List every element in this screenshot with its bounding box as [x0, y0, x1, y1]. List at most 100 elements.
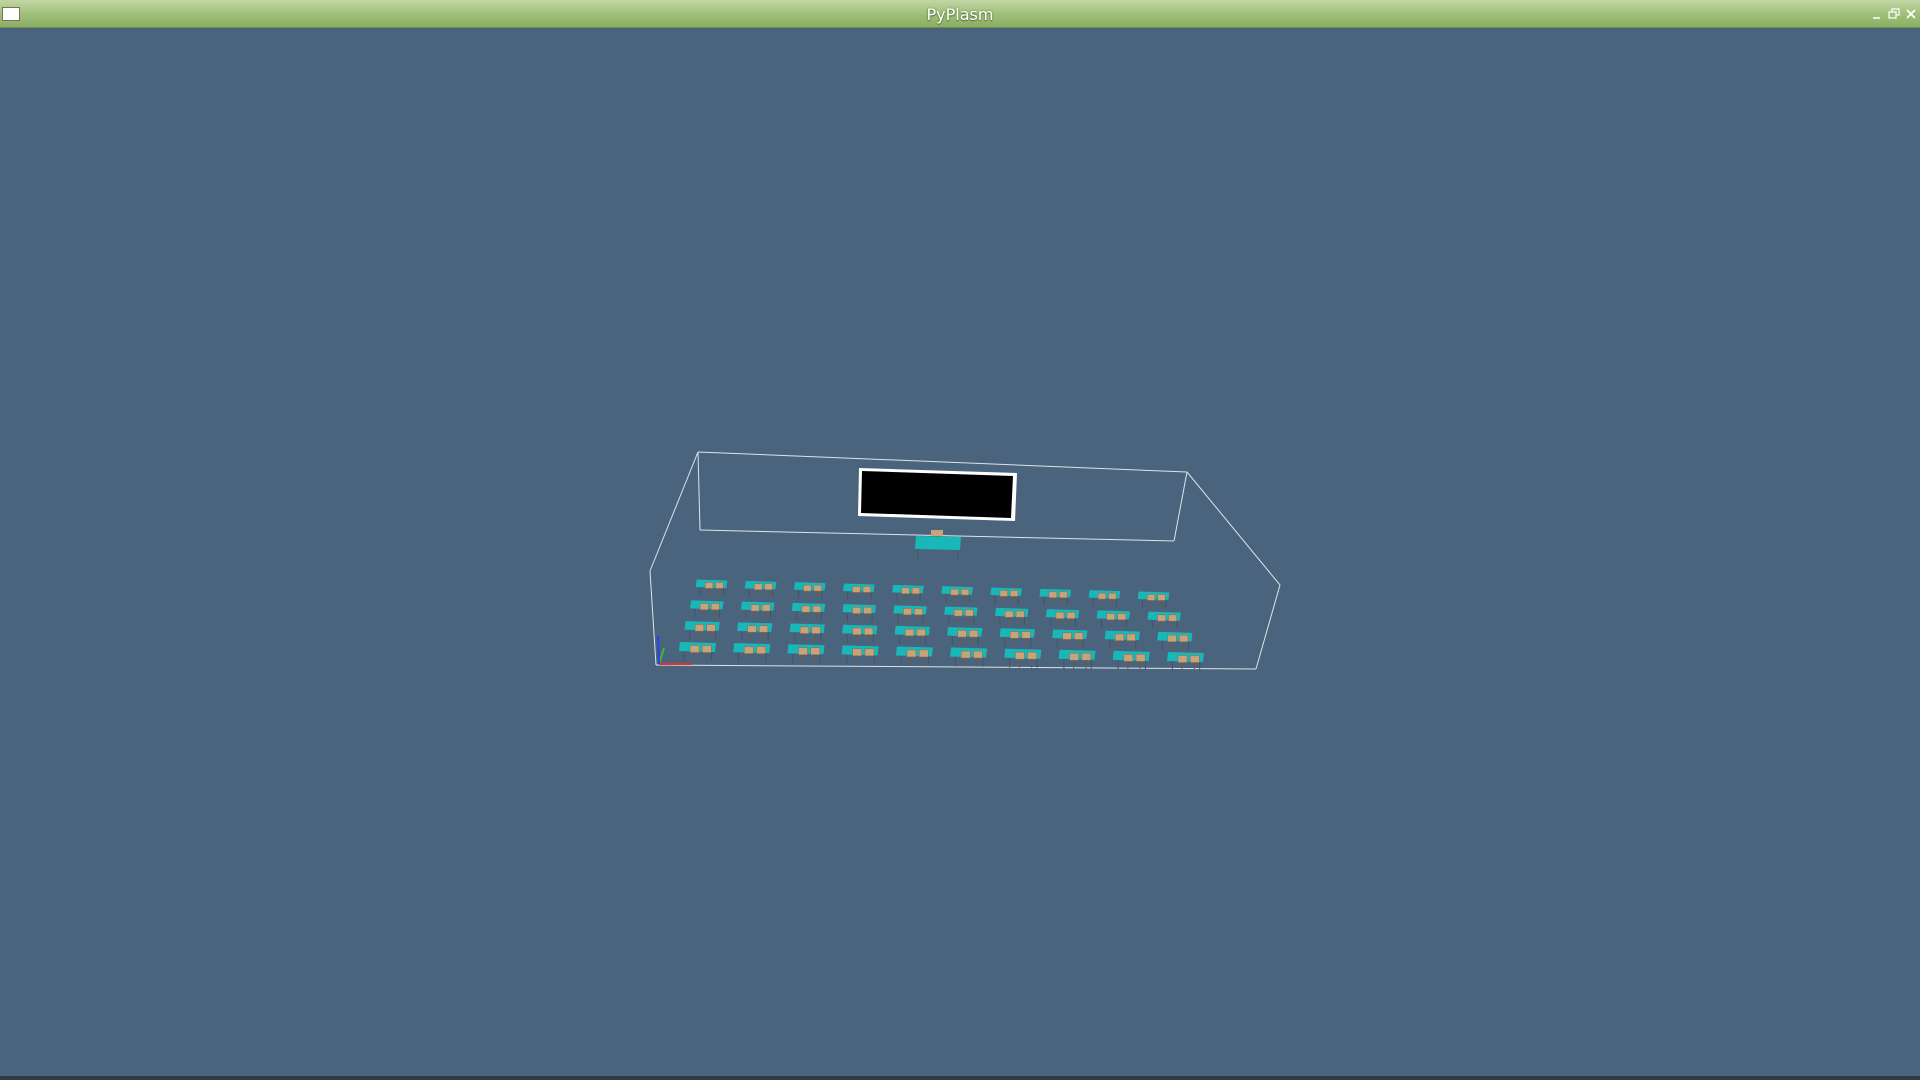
box-back-right-edge: [1173, 471, 1188, 542]
box-front-left-edge: [649, 570, 657, 666]
chair: [954, 609, 963, 617]
student-desk: [793, 582, 826, 599]
chair: [864, 648, 875, 657]
chair: [812, 605, 822, 613]
student-desk: [1058, 649, 1096, 669]
chair: [960, 588, 970, 596]
minimize-icon[interactable]: [1870, 7, 1884, 21]
box-left-top-edge: [649, 451, 699, 572]
teacher-desk-top: [915, 536, 961, 550]
blackboard-surface: [861, 471, 1013, 518]
student-desk: [1104, 630, 1140, 649]
student-desk: [787, 644, 825, 664]
student-desk: [737, 622, 773, 641]
chair: [852, 586, 861, 593]
chair: [1190, 655, 1200, 663]
chair: [1015, 651, 1025, 660]
3d-scene[interactable]: [0, 28, 1920, 1076]
chair: [706, 624, 716, 632]
student-desk: [1137, 591, 1170, 608]
student-desk: [1039, 588, 1072, 605]
student-desks: [679, 579, 1204, 671]
chair: [1168, 614, 1177, 622]
box-back-left-edge: [697, 451, 701, 531]
chair: [852, 607, 861, 614]
close-icon[interactable]: [1904, 7, 1918, 21]
box-front-bottom-edge: [655, 664, 1257, 670]
window-controls: [1870, 7, 1918, 23]
chair: [916, 628, 926, 637]
3d-viewport[interactable]: [0, 28, 1920, 1076]
box-right-top-edge: [1186, 471, 1281, 586]
chair: [1147, 594, 1156, 601]
student-desk: [1112, 650, 1150, 670]
title-bar[interactable]: PyPlasm: [0, 0, 1920, 28]
student-desk: [842, 604, 876, 622]
chair: [1055, 612, 1065, 619]
student-desk: [1088, 590, 1121, 607]
student-desk: [789, 623, 825, 642]
student-desk: [791, 602, 826, 620]
chair: [1157, 614, 1166, 622]
chair: [756, 646, 766, 654]
chair: [759, 625, 769, 633]
student-desk: [1147, 611, 1181, 629]
chair: [1069, 653, 1079, 661]
student-desk: [1096, 610, 1131, 628]
chair: [811, 626, 821, 634]
chair: [903, 608, 912, 616]
blackboard: [858, 468, 1017, 521]
chair: [813, 584, 822, 592]
chair: [918, 649, 929, 658]
chair: [911, 587, 921, 595]
chair: [1126, 633, 1136, 641]
chair: [699, 603, 709, 611]
chair: [864, 627, 874, 635]
student-desk: [1004, 648, 1042, 668]
student-desk: [893, 605, 927, 623]
chair: [863, 607, 873, 614]
chair: [710, 603, 720, 611]
chair: [1059, 591, 1068, 599]
chair: [798, 647, 808, 655]
chair: [764, 583, 773, 591]
chair: [969, 630, 979, 638]
chair: [1135, 654, 1146, 662]
chair: [1108, 592, 1117, 600]
chair: [1074, 632, 1084, 640]
chair: [1123, 654, 1134, 662]
restore-icon[interactable]: [1887, 7, 1901, 21]
window-bottom-border: [0, 1076, 1920, 1080]
student-desk: [684, 621, 720, 640]
chair: [1027, 651, 1037, 660]
chair: [852, 627, 862, 635]
chair: [1177, 655, 1188, 663]
chair: [1097, 592, 1107, 600]
chair: [965, 609, 974, 617]
chair: [750, 604, 760, 612]
student-desk: [733, 643, 771, 663]
student-desk: [740, 601, 775, 619]
chair: [1021, 631, 1031, 639]
chair: [1048, 591, 1057, 599]
student-desk: [1052, 629, 1088, 648]
window-title: PyPlasm: [926, 5, 994, 24]
chair: [1004, 610, 1014, 618]
chair: [904, 628, 915, 637]
student-desk: [1045, 609, 1080, 627]
teacher-desk: [915, 530, 961, 559]
chair: [1010, 590, 1019, 597]
chair: [1066, 612, 1076, 619]
student-desk: [695, 579, 728, 596]
chair: [694, 624, 704, 632]
chair: [852, 648, 862, 657]
student-desk: [843, 583, 875, 600]
chair: [747, 625, 757, 633]
student-desk: [892, 584, 924, 601]
chair: [901, 587, 910, 595]
student-desk: [894, 625, 930, 644]
pyplasm-window: PyPlasm: [0, 0, 1920, 1080]
chair: [705, 582, 714, 589]
chair: [950, 588, 959, 596]
chair: [999, 590, 1008, 597]
